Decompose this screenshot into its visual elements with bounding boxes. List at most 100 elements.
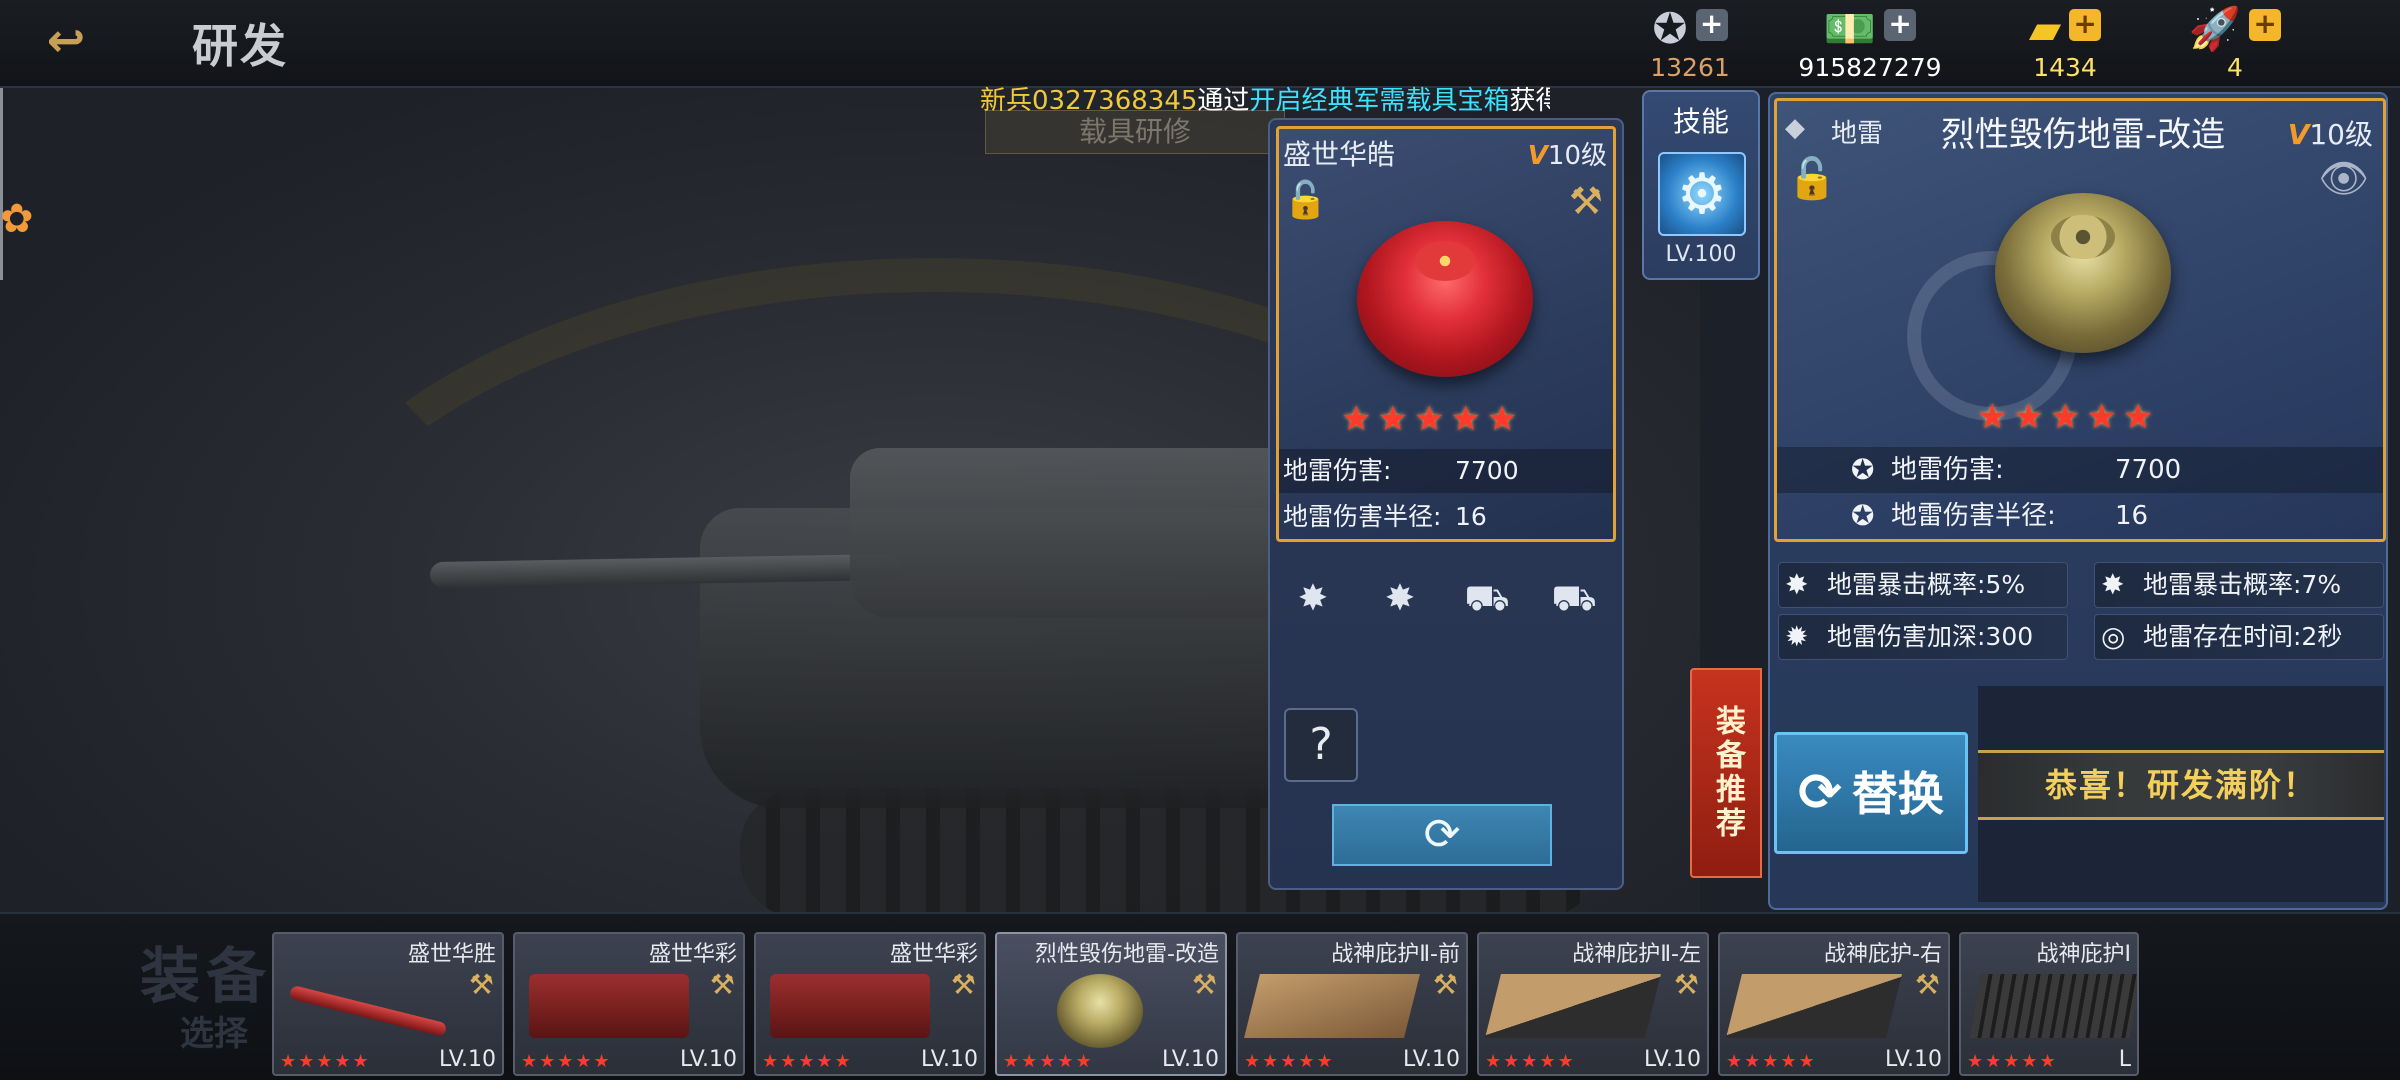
equipment-slot-name: 战神庇护Ⅱ-前 (1331, 942, 1460, 967)
detail-stat-radius: ✪ 地雷伤害半径: 16 (1777, 493, 2383, 539)
attribute-crit-5: ✸ 地雷暴击概率:5% (1778, 562, 2068, 608)
equipment-slot-name: 盛世华彩 (648, 942, 737, 967)
eye-icon[interactable]: 👁 (2318, 155, 2369, 202)
equipment-slot[interactable]: 战神庇护Ⅱ-左 ⚒ ★★★★★ LV.10 (1477, 932, 1709, 1076)
equipment-slot[interactable]: 盛世华胜 ⚒ ★★★★★ LV.10 (272, 932, 504, 1076)
add-medal-button[interactable]: + (1695, 9, 1728, 41)
equipment-image (529, 974, 689, 1038)
equipment-slot-stars: ★★★★★ (521, 1051, 612, 1072)
equipment-slot-stars: ★★★★★ (1244, 1051, 1335, 1072)
flower-icon[interactable]: ✿ (0, 196, 34, 242)
equipment-slot-stars: ★★★★★ (280, 1051, 371, 1072)
equipment-slot[interactable]: 战神庇护Ⅱ-前 ⚒ ★★★★★ LV.10 (1236, 932, 1468, 1076)
ticker-box: 开启经典军需载具宝箱 (1249, 86, 1510, 116)
back-arrow-icon: ↩ (46, 13, 86, 67)
equipment-slot-level: LV.10 (1161, 1047, 1219, 1072)
equipment-slot-level: LV.10 (920, 1047, 978, 1072)
crit-burst-icon[interactable]: ✸ (1286, 572, 1340, 626)
ticker-player: 新兵0327368345 (980, 86, 1198, 116)
equipment-slot-stars: ★★★★★ (1003, 1051, 1094, 1072)
unlock-icon[interactable]: 🔓 (1283, 179, 1328, 221)
hammer-icon: ⚒ (468, 968, 494, 1001)
hammer-icon: ⚒ (1568, 179, 1603, 223)
unlock-icon[interactable]: 🔓 (1787, 155, 1837, 202)
mine-damage-icon: ✪ (1851, 453, 1875, 486)
cash-icon: 💵 (1823, 4, 1877, 53)
equipment-slot-level: L (2118, 1047, 2131, 1072)
equipment-image (1244, 974, 1420, 1038)
equipment-slot-name: 烈性毁伤地雷-改造 (1035, 942, 1219, 967)
detail-equipment-card: ◆ 地雷 烈性毁伤地雷-改造 V10级 🔓 👁 ★★★★★ ✪ 地雷伤害: 77… (1774, 98, 2386, 542)
add-cash-button[interactable]: + (1884, 9, 1917, 41)
refresh-button[interactable]: ⟳ (1332, 804, 1552, 866)
equipment-slot[interactable]: 盛世华彩 ⚒ ★★★★★ LV.10 (754, 932, 986, 1076)
crit-burst-icon: ✸ (1785, 568, 1809, 601)
tank-boost-icon[interactable]: ⛟ (1460, 572, 1514, 626)
add-gold-button[interactable]: + (2069, 9, 2102, 41)
current-equipment-name: 盛世华皓 (1283, 138, 1396, 171)
equipment-slot-level: LV.10 (1884, 1047, 1942, 1072)
equipment-image (770, 974, 930, 1038)
attribute-damage-deepen: ✹ 地雷伤害加深:300 (1778, 614, 2068, 660)
hammer-icon: ⚒ (950, 968, 976, 1001)
skill-gear-icon[interactable]: ⚙ (1658, 152, 1746, 236)
equipment-slot-name: 战神庇护Ⅰ (2036, 942, 2132, 967)
skill-tab-title: 技能 (1672, 105, 1729, 138)
equipment-image (1726, 974, 1902, 1038)
equipment-slot-level: LV.10 (1402, 1047, 1460, 1072)
vehicle-refit-tab[interactable]: 载具研修 (985, 110, 1285, 154)
mine-radius-icon: ✪ (1851, 499, 1875, 532)
rocket-amount: 4 (2227, 53, 2243, 82)
equipment-slot-name: 盛世华胜 (407, 942, 496, 967)
current-stars: ★★★★★ (1341, 399, 1524, 439)
currency-gold: ▰ + 1434 (1990, 6, 2140, 82)
currency-medal: ✪ + 13261 (1610, 6, 1770, 82)
timer-ring-icon: ◎ (2101, 620, 2126, 653)
tank-boost-icon[interactable]: ⛟ (1547, 572, 1601, 626)
ticker-got: 获得 (1509, 86, 1550, 116)
currency-cash: 💵 + 915827279 (1770, 6, 1970, 82)
equipment-slot-level: LV.10 (438, 1047, 496, 1072)
equipment-image (1057, 974, 1143, 1048)
equipment-recommend-ribbon[interactable]: 装备推荐 (1690, 668, 1762, 878)
explosion-icon: ✹ (1785, 620, 1809, 653)
equipment-image (1969, 974, 2137, 1038)
red-mine-image (1357, 221, 1533, 377)
hammer-icon: ⚒ (709, 968, 735, 1001)
equipment-slot-level: LV.10 (1643, 1047, 1701, 1072)
ticker-via: 通过 (1197, 86, 1250, 116)
brass-mine-image (1995, 193, 2171, 353)
equipment-slot-name: 战神庇护-右 (1824, 942, 1942, 967)
hammer-icon: ⚒ (1673, 968, 1699, 1001)
hammer-icon: ⚒ (1432, 968, 1458, 1001)
skill-tab[interactable]: 技能 ⚙ LV.100 (1642, 90, 1760, 280)
equipment-slot[interactable]: 战神庇护-右 ⚒ ★★★★★ LV.10 (1718, 932, 1950, 1076)
back-button[interactable]: ↩ (20, 10, 112, 70)
detail-panel: ◆ 地雷 烈性毁伤地雷-改造 V10级 🔓 👁 ★★★★★ ✪ 地雷伤害: 77… (1768, 92, 2388, 910)
equipment-slot-stars: ★★★★★ (1726, 1051, 1817, 1072)
refresh-icon: ⟳ (1423, 809, 1461, 860)
equipment-slot[interactable]: 盛世华彩 ⚒ ★★★★★ LV.10 (513, 932, 745, 1076)
equipment-slot-stars: ★★★★★ (762, 1051, 853, 1072)
add-rocket-button[interactable]: + (2249, 9, 2282, 41)
attribute-crit-7: ✸ 地雷暴击概率:7% (2094, 562, 2384, 608)
equipment-slot-level: LV.10 (679, 1047, 737, 1072)
current-stat-damage: 地雷伤害: 7700 (1279, 449, 1613, 493)
page-title: 研发 (192, 19, 288, 73)
max-research-message: 恭喜！研发满阶！ (2044, 766, 2317, 804)
replace-label: 替换 (1851, 767, 1944, 821)
detail-stat-damage: ✪ 地雷伤害: 7700 (1777, 447, 2383, 493)
top-bar: ↩ 研发 ✪ + 13261 💵 + 915827279 ▰ + 1434 🚀 + 4 (0, 0, 2400, 88)
current-equipment-panel: 盛世华皓 V10级 🔓 ⚒ ★★★★★ 地雷伤害: 7700 地雷伤害半径: 1… (1268, 118, 1624, 890)
help-button[interactable]: ? (1284, 708, 1358, 782)
current-equipment-level: V10级 (1527, 141, 1607, 171)
replace-button[interactable]: ⟳ 替换 (1774, 732, 1968, 854)
hammer-icon: ⚒ (1914, 968, 1940, 1001)
currency-rocket: 🚀 + 4 (2180, 6, 2290, 82)
equipment-slot-stars: ★★★★★ (1967, 1051, 2058, 1072)
hammer-icon: ⚒ (1191, 968, 1217, 1001)
equipment-slot[interactable]: 战神庇护Ⅰ ★★★★★ L (1959, 932, 2139, 1076)
crit-burst-icon[interactable]: ✸ (1373, 572, 1427, 626)
equipment-slot[interactable]: 烈性毁伤地雷-改造 ⚒ ★★★★★ LV.10 (995, 932, 1227, 1076)
equipment-level: V10级 (2287, 118, 2373, 151)
